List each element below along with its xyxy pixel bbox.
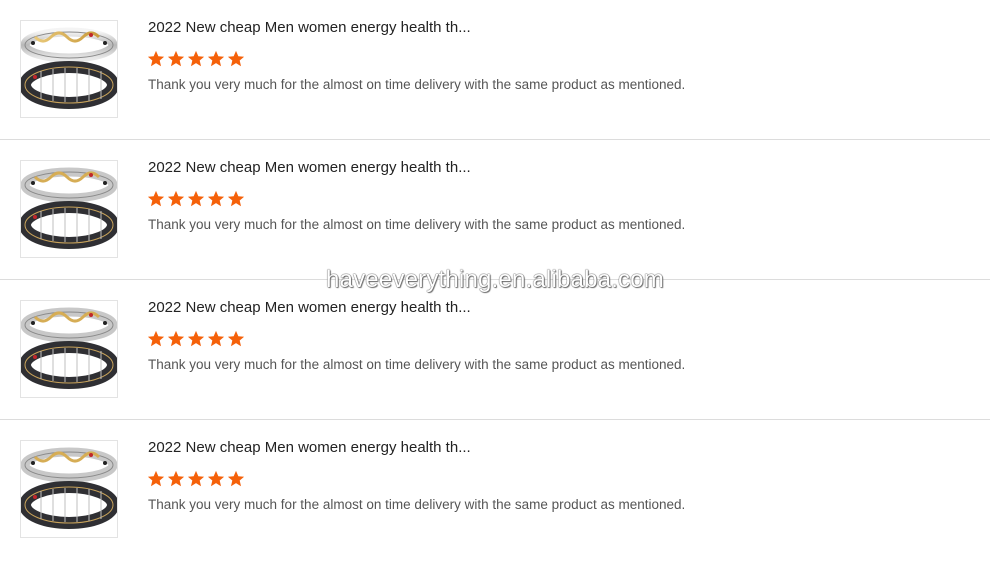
- review-comment: Thank you very much for the almost on ti…: [148, 77, 686, 92]
- star-icon: [227, 190, 245, 207]
- star-icon: [167, 50, 185, 67]
- bracelet-product-image: [21, 307, 117, 389]
- review-comment: Thank you very much for the almost on ti…: [148, 497, 686, 512]
- star-icon: [207, 50, 225, 67]
- star-icon: [227, 50, 245, 67]
- star-icon: [207, 330, 225, 347]
- star-rating: [147, 470, 245, 488]
- product-thumbnail[interactable]: [20, 300, 118, 398]
- star-icon: [147, 50, 165, 67]
- star-rating: [147, 50, 245, 68]
- star-icon: [167, 190, 185, 207]
- review-list: 2022 New cheap Men women energy health t…: [0, 0, 990, 560]
- review-item: 2022 New cheap Men women energy health t…: [0, 420, 990, 560]
- star-icon: [187, 190, 205, 207]
- bracelet-product-image: [21, 27, 117, 109]
- product-title[interactable]: 2022 New cheap Men women energy health t…: [148, 19, 471, 36]
- bracelet-product-image: [21, 167, 117, 249]
- star-icon: [187, 50, 205, 67]
- star-icon: [147, 330, 165, 347]
- star-icon: [187, 470, 205, 487]
- review-comment: Thank you very much for the almost on ti…: [148, 357, 686, 372]
- star-icon: [147, 470, 165, 487]
- review-comment: Thank you very much for the almost on ti…: [148, 217, 686, 232]
- star-icon: [167, 470, 185, 487]
- product-title[interactable]: 2022 New cheap Men women energy health t…: [148, 299, 471, 316]
- product-title[interactable]: 2022 New cheap Men women energy health t…: [148, 159, 471, 176]
- star-rating: [147, 190, 245, 208]
- star-rating: [147, 330, 245, 348]
- product-title[interactable]: 2022 New cheap Men women energy health t…: [148, 439, 471, 456]
- review-item: 2022 New cheap Men women energy health t…: [0, 280, 990, 420]
- star-icon: [207, 190, 225, 207]
- star-icon: [147, 190, 165, 207]
- product-thumbnail[interactable]: [20, 160, 118, 258]
- star-icon: [227, 330, 245, 347]
- star-icon: [207, 470, 225, 487]
- product-thumbnail[interactable]: [20, 20, 118, 118]
- product-thumbnail[interactable]: [20, 440, 118, 538]
- review-item: 2022 New cheap Men women energy health t…: [0, 140, 990, 280]
- bracelet-product-image: [21, 447, 117, 529]
- review-item: 2022 New cheap Men women energy health t…: [0, 0, 990, 140]
- star-icon: [227, 470, 245, 487]
- star-icon: [167, 330, 185, 347]
- star-icon: [187, 330, 205, 347]
